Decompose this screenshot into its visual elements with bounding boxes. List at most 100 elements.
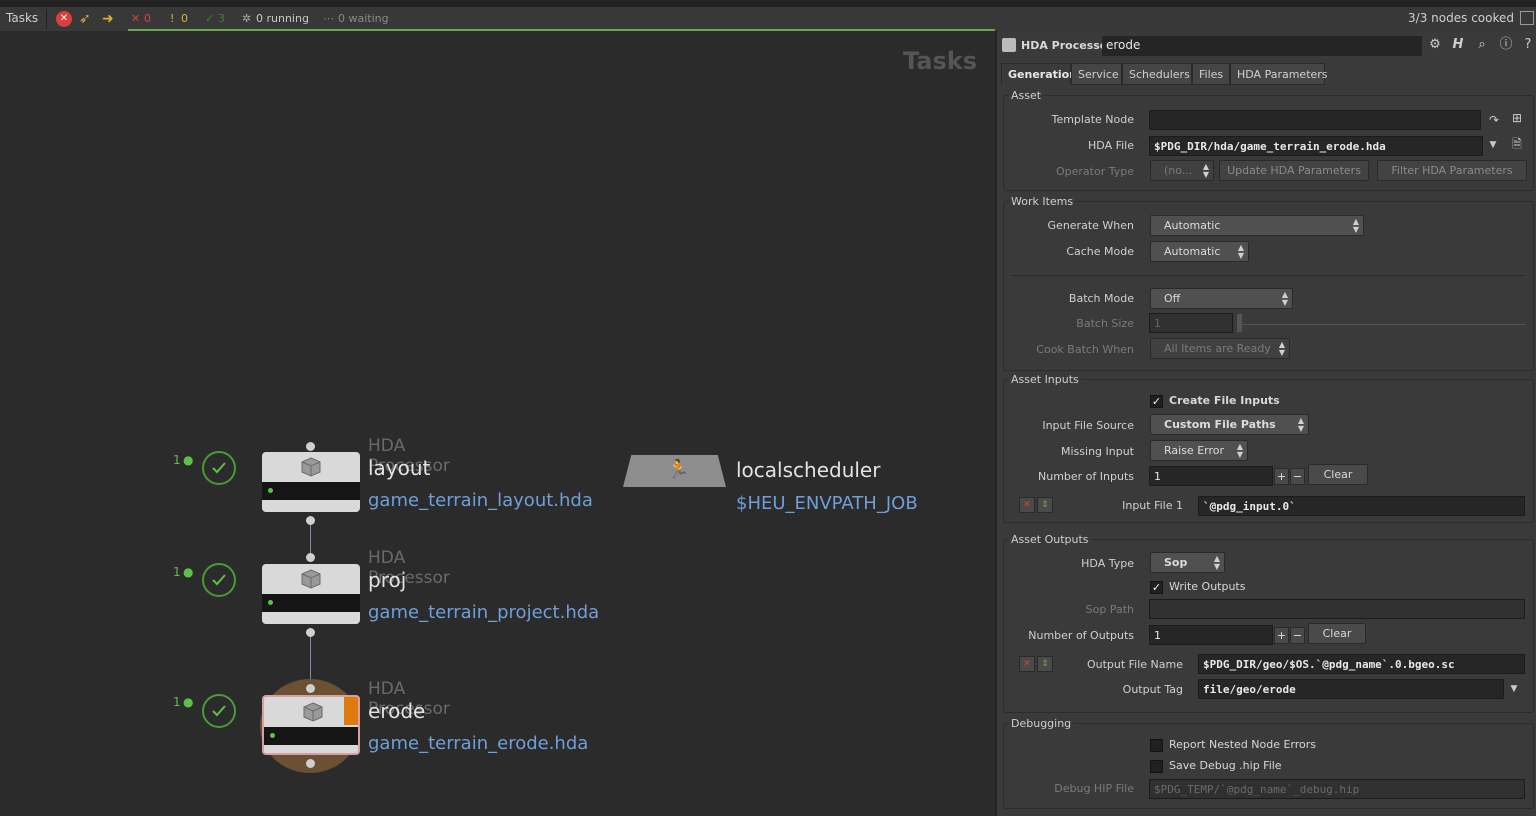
node-cooked-status-icon bbox=[202, 694, 236, 728]
node-name[interactable]: layout bbox=[368, 456, 430, 480]
reorder-input-entry-icon[interactable]: ⇕ bbox=[1037, 497, 1053, 513]
help-h-icon[interactable]: H bbox=[1450, 37, 1466, 53]
node-chooser-icon[interactable]: ⊞ bbox=[1510, 111, 1524, 125]
output-flag[interactable] bbox=[344, 697, 358, 725]
reorder-output-entry-icon[interactable]: ⇕ bbox=[1037, 656, 1053, 672]
menu-arrows-icon: ▲ ▼ bbox=[1237, 243, 1244, 260]
batch-size-slider[interactable] bbox=[1240, 324, 1526, 325]
missing-input-menu[interactable]: Raise Error ▲ ▼ bbox=[1150, 440, 1248, 461]
node-name-field[interactable]: erode bbox=[1102, 36, 1422, 56]
cook-output-icon[interactable]: ➜ bbox=[102, 11, 118, 27]
warning-icon: ! bbox=[170, 12, 175, 25]
output-tag-field[interactable]: file/geo/erode bbox=[1198, 679, 1504, 699]
hda-file-field[interactable]: $PDG_DIR/hda/game_terrain_erode.hda bbox=[1149, 136, 1483, 156]
network-canvas[interactable]: Tasks 1 ● HDA Processor layout game_terr… bbox=[0, 31, 995, 816]
clear-outputs-button[interactable]: Clear bbox=[1308, 623, 1366, 644]
batch-size-slider-handle[interactable] bbox=[1237, 314, 1242, 332]
hda-type-menu[interactable]: Sop ▲ ▼ bbox=[1150, 552, 1225, 573]
generate-when-value: Automatic bbox=[1164, 219, 1221, 232]
node-tile[interactable] bbox=[262, 452, 360, 512]
debugging-group-title: Debugging bbox=[1009, 717, 1074, 730]
batch-mode-menu[interactable]: Off ▲ ▼ bbox=[1150, 288, 1293, 309]
write-outputs-checkbox[interactable]: ✓ bbox=[1150, 581, 1163, 594]
clear-inputs-button[interactable]: Clear bbox=[1308, 464, 1368, 485]
sop-path-field[interactable] bbox=[1149, 599, 1525, 619]
menu-arrows-icon: ▲ ▼ bbox=[1213, 554, 1220, 571]
info-icon[interactable]: ⓘ bbox=[1498, 37, 1514, 53]
tab-hda-parameters[interactable]: HDA Parameters bbox=[1230, 63, 1328, 85]
template-node-field[interactable] bbox=[1149, 110, 1481, 130]
output-port[interactable] bbox=[306, 516, 315, 525]
workitem-count: 1 bbox=[173, 453, 181, 467]
tab-service[interactable]: Service bbox=[1071, 63, 1122, 85]
template-node-label: Template Node bbox=[1051, 113, 1134, 126]
operator-type-label: Operator Type bbox=[1056, 165, 1134, 178]
tab-schedulers[interactable]: Schedulers bbox=[1122, 63, 1192, 85]
number-of-inputs-field[interactable]: 1 bbox=[1149, 466, 1273, 486]
task-graph-table-icon[interactable] bbox=[1520, 11, 1534, 25]
debug-hip-file-field[interactable]: $PDG_TEMP/`@pdg_name`_debug.hip bbox=[1149, 779, 1525, 799]
filter-hda-parameters-button[interactable]: Filter HDA Parameters bbox=[1377, 160, 1527, 181]
file-chooser-icon[interactable]: 🗎 bbox=[1510, 137, 1524, 151]
number-of-outputs-field[interactable]: 1 bbox=[1149, 625, 1273, 645]
scheduler-name[interactable]: localscheduler bbox=[736, 458, 880, 482]
node-tile[interactable] bbox=[262, 695, 360, 755]
output-port[interactable] bbox=[306, 628, 315, 637]
node-name[interactable]: proj bbox=[368, 568, 406, 592]
add-output-button[interactable]: + bbox=[1274, 627, 1289, 644]
node-info-bar bbox=[264, 727, 358, 745]
cache-mode-menu[interactable]: Automatic ▲ ▼ bbox=[1150, 241, 1249, 262]
save-debug-hip-checkbox[interactable] bbox=[1150, 760, 1163, 773]
output-tag-dropdown-icon[interactable]: ▼ bbox=[1507, 682, 1521, 696]
tab-generation[interactable]: Generation bbox=[1001, 63, 1077, 85]
asset-outputs-group-title: Asset Outputs bbox=[1009, 533, 1091, 546]
failed-icon: ✕ bbox=[131, 12, 141, 25]
jump-to-node-icon[interactable]: ↷ bbox=[1487, 113, 1501, 127]
workitem-dot: ● bbox=[183, 565, 194, 579]
help-icon[interactable]: ? bbox=[1520, 37, 1536, 53]
node-tile[interactable] bbox=[262, 564, 360, 624]
tab-files[interactable]: Files bbox=[1192, 63, 1230, 85]
operator-type-value: (no... bbox=[1164, 164, 1193, 177]
report-nested-errors-checkbox[interactable] bbox=[1150, 739, 1163, 752]
create-file-inputs-checkbox[interactable]: ✓ bbox=[1150, 395, 1163, 408]
input-port[interactable] bbox=[306, 442, 315, 451]
batch-size-label: Batch Size bbox=[1076, 317, 1134, 330]
operator-type-menu[interactable]: (no... ▲ ▼ bbox=[1150, 160, 1214, 181]
output-file-name-field[interactable]: $PDG_DIR/geo/$OS.`@pdg_name`.0.bgeo.sc bbox=[1198, 654, 1525, 674]
node-state-dot bbox=[268, 488, 273, 493]
cook-batch-when-menu[interactable]: All Items are Ready ▲ ▼ bbox=[1150, 338, 1290, 359]
toolbar-divider bbox=[46, 9, 47, 29]
batch-size-field[interactable]: 1 bbox=[1149, 313, 1233, 333]
cook-node-icon[interactable]: ➶ bbox=[79, 11, 95, 27]
menu-arrows-icon: ▲ ▼ bbox=[1297, 416, 1304, 433]
hda-file-label: HDA File bbox=[1088, 139, 1134, 152]
batch-mode-value: Off bbox=[1164, 292, 1181, 305]
wire-layout-proj bbox=[310, 520, 311, 556]
input-port[interactable] bbox=[306, 684, 315, 693]
remove-output-entry-icon[interactable]: ✕ bbox=[1019, 656, 1035, 672]
remove-output-button[interactable]: − bbox=[1290, 627, 1305, 644]
node-name[interactable]: erode bbox=[368, 699, 425, 723]
hda-file-dropdown-icon[interactable]: ▼ bbox=[1486, 138, 1500, 152]
remove-input-entry-icon[interactable]: ✕ bbox=[1019, 497, 1035, 513]
input-file-field[interactable]: `@pdg_input.0` bbox=[1198, 496, 1525, 516]
gear-icon[interactable]: ⚙ bbox=[1427, 37, 1443, 53]
output-port[interactable] bbox=[306, 759, 315, 768]
hda-icon bbox=[303, 702, 323, 722]
node-info-bar bbox=[262, 482, 360, 500]
update-hda-parameters-button[interactable]: Update HDA Parameters bbox=[1219, 160, 1369, 181]
scheduler-figure-icon: 🏃 bbox=[667, 459, 690, 480]
cancel-cook-icon[interactable]: ✕ bbox=[56, 11, 72, 27]
input-file-source-menu[interactable]: Custom File Paths ▲ ▼ bbox=[1150, 414, 1309, 435]
node-hda-file: game_terrain_erode.hda bbox=[368, 733, 589, 754]
remove-input-button[interactable]: − bbox=[1290, 468, 1305, 485]
add-input-button[interactable]: + bbox=[1274, 468, 1289, 485]
hda-type-label: HDA Type bbox=[1081, 557, 1134, 570]
search-icon[interactable]: ⌕ bbox=[1474, 37, 1490, 53]
generate-when-menu[interactable]: Automatic ▲ ▼ bbox=[1150, 215, 1364, 236]
work-items-divider bbox=[1011, 275, 1525, 276]
asset-inputs-group-title: Asset Inputs bbox=[1009, 373, 1081, 386]
node-type-label: HDA Processor bbox=[1021, 39, 1113, 52]
input-port[interactable] bbox=[306, 553, 315, 562]
